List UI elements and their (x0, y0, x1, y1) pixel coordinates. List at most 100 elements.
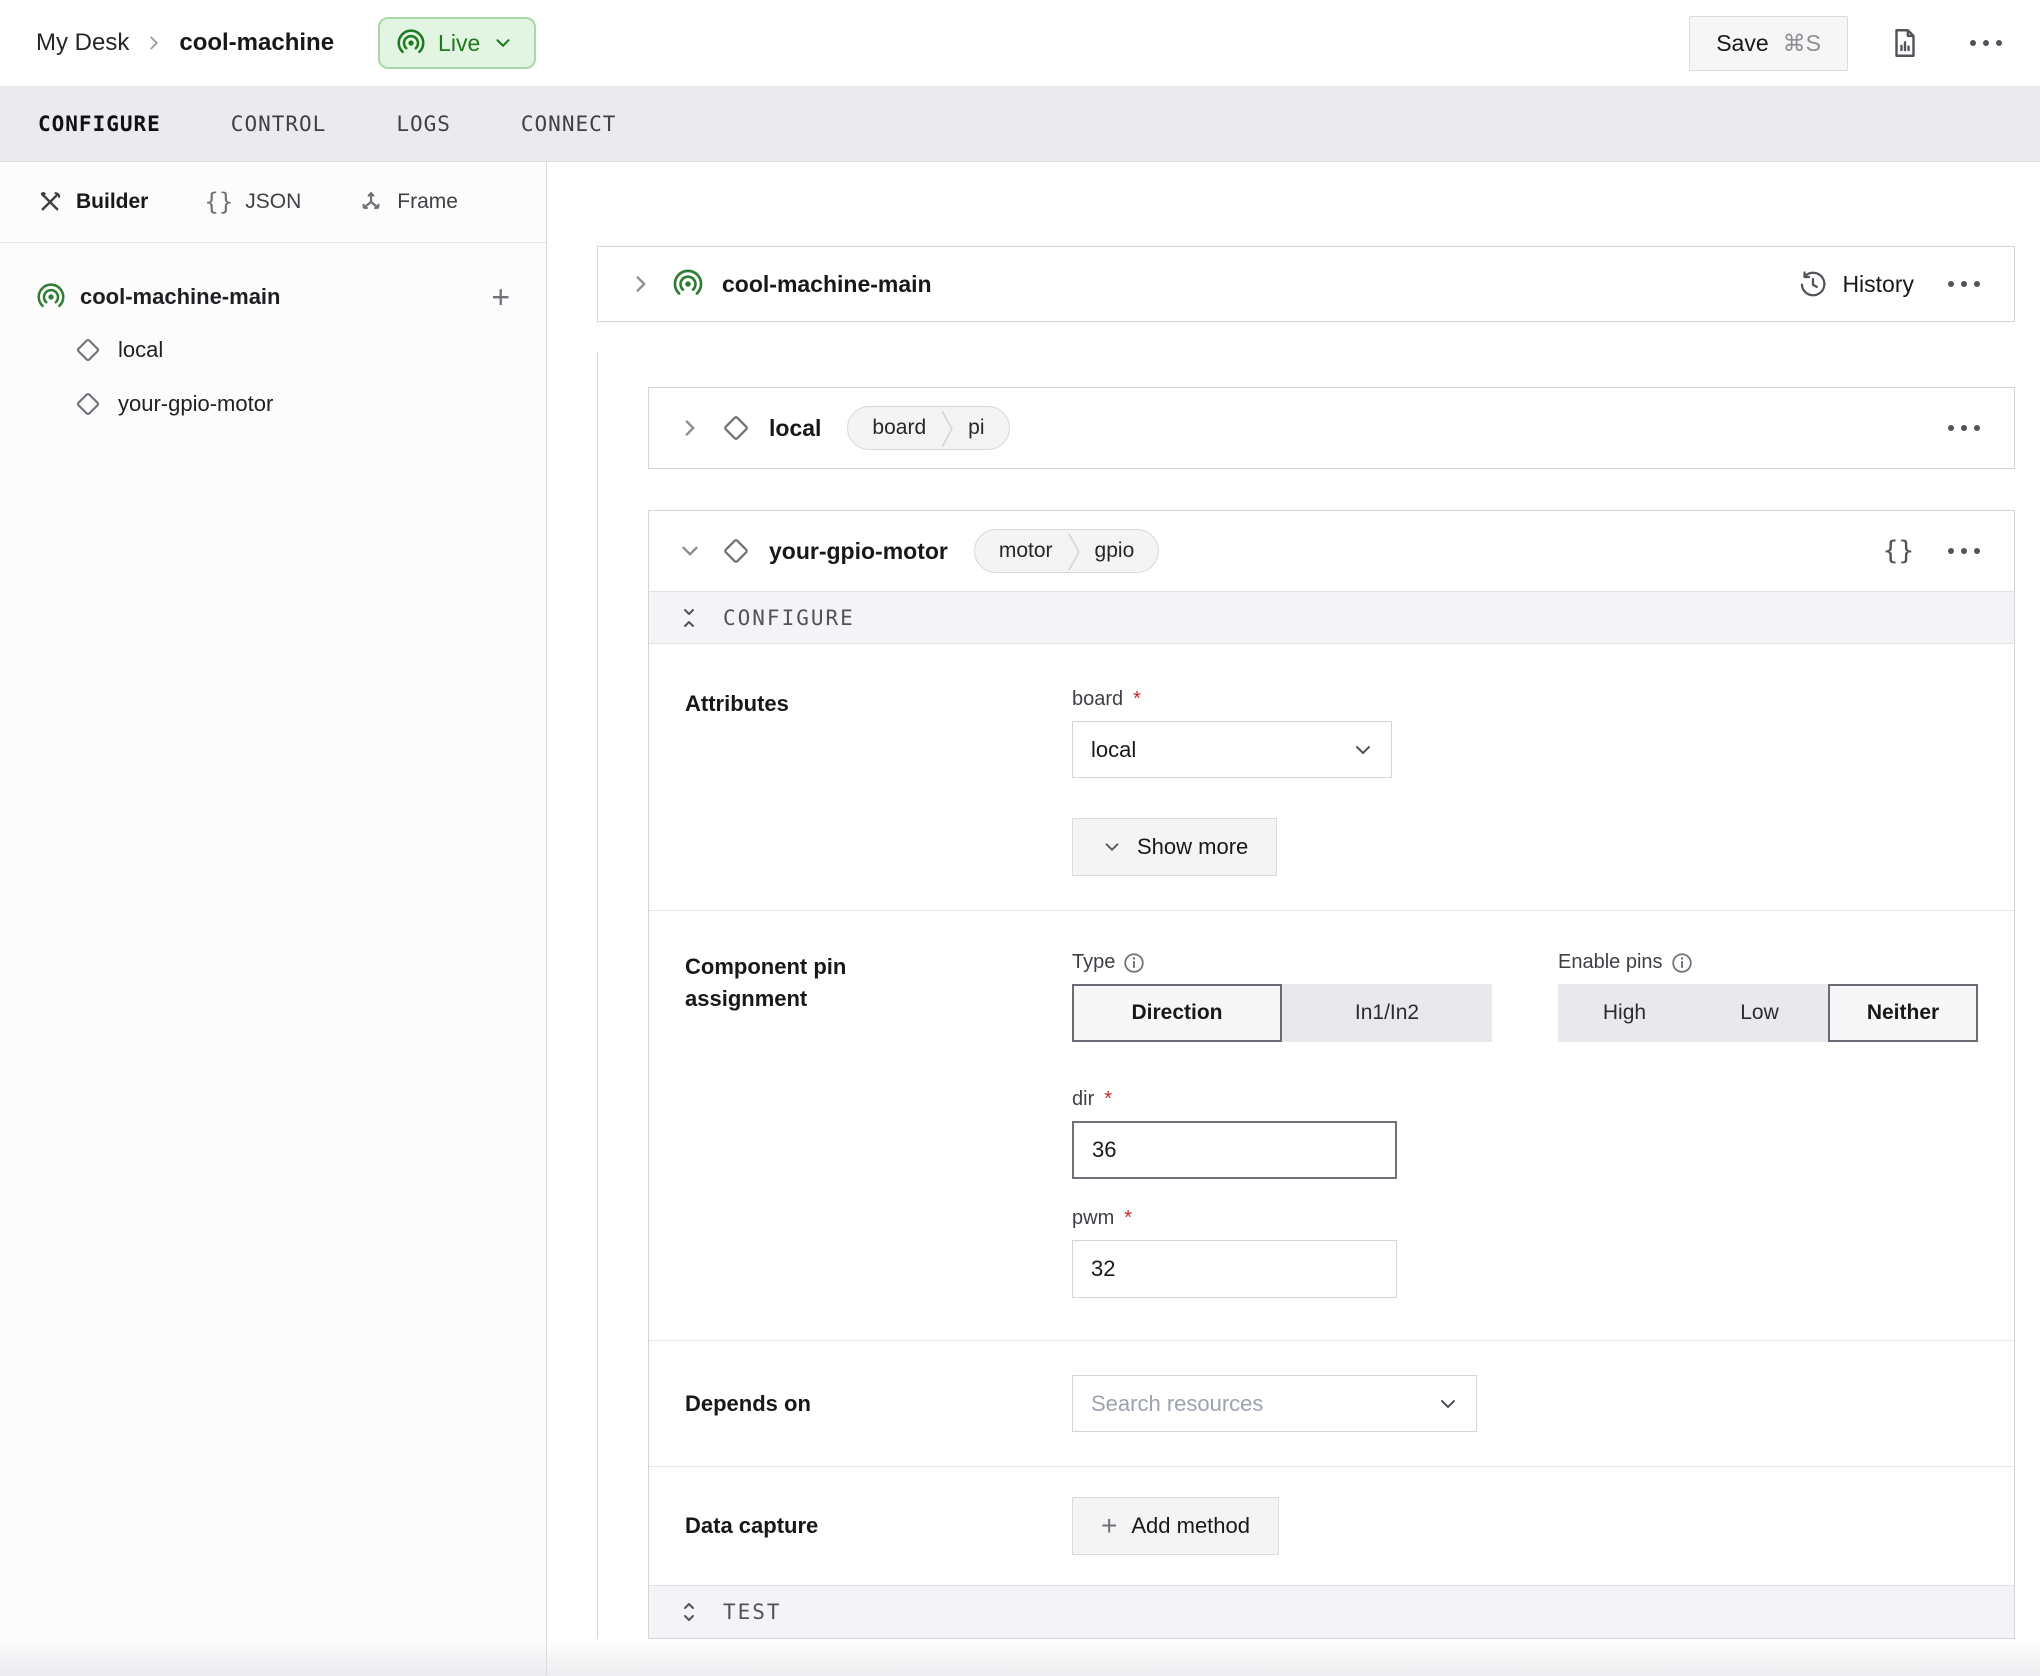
test-section-label: TEST (723, 1600, 782, 1624)
tab-frame[interactable]: Frame (357, 188, 458, 216)
tab-logs[interactable]: LOGS (394, 104, 453, 144)
tree-item-label: local (118, 337, 163, 363)
expand-chevron-right-icon[interactable] (677, 415, 703, 441)
tag-divider-chevron (940, 407, 956, 450)
builder-canvas: cool-machine-main History (547, 162, 2040, 1676)
broadcast-icon (396, 28, 426, 58)
tree-item-label: your-gpio-motor (118, 391, 273, 417)
enable-option-low[interactable]: Low (1691, 984, 1828, 1042)
required-marker: * (1133, 688, 1141, 711)
diamond-icon (721, 413, 751, 443)
edit-json-button[interactable]: {} (1883, 536, 1914, 566)
machine-metrics-button[interactable] (1882, 20, 1928, 66)
collapse-chevron-down-icon[interactable] (677, 538, 703, 564)
show-more-label: Show more (1137, 834, 1248, 860)
data-capture-heading: Data capture (685, 1510, 1072, 1542)
machine-status-label: Live (438, 30, 480, 57)
machine-name: cool-machine (179, 29, 334, 57)
type-option-direction[interactable]: Direction (1072, 984, 1282, 1042)
chevron-down-icon (1101, 836, 1123, 858)
chevron-down-icon (1436, 1392, 1460, 1416)
pwm-field-label: pwm * (1072, 1207, 1978, 1230)
required-marker: * (1124, 1207, 1132, 1230)
machine-nav-tabs: CONFIGURE CONTROL LOGS CONNECT (0, 86, 2040, 162)
depends-on-placeholder: Search resources (1091, 1391, 1436, 1417)
type-option-in1in2[interactable]: In1/In2 (1282, 984, 1492, 1042)
tab-connect[interactable]: CONNECT (519, 104, 619, 144)
tab-builder-label: Builder (76, 190, 148, 214)
resource-type-tag: board pi (847, 406, 1009, 450)
resource-card-your-gpio-motor: your-gpio-motor motor gpio {} (648, 510, 2015, 1639)
add-method-button[interactable]: + Add method (1072, 1497, 1279, 1555)
add-method-label: Add method (1131, 1513, 1250, 1539)
enable-option-high[interactable]: High (1558, 984, 1691, 1042)
machine-part-more-menu[interactable] (1940, 273, 1988, 295)
board-select-value: local (1091, 737, 1351, 763)
dir-pin-input[interactable] (1072, 1121, 1397, 1179)
tab-json[interactable]: {} JSON (204, 188, 301, 216)
file-chart-icon (1888, 26, 1922, 60)
add-component-button[interactable]: + (491, 281, 510, 313)
board-field-label: board * (1072, 688, 1978, 711)
tab-frame-label: Frame (397, 190, 458, 214)
test-section-bar[interactable]: TEST (649, 1585, 2014, 1638)
diamond-icon (74, 390, 102, 418)
depends-on-select[interactable]: Search resources (1072, 1375, 1477, 1432)
machine-status-badge[interactable]: Live (378, 17, 536, 69)
tab-json-label: JSON (245, 190, 301, 214)
show-more-button[interactable]: Show more (1072, 818, 1277, 876)
plus-icon: + (1101, 1512, 1117, 1540)
type-toggle-group: Type Direction In1/In2 (1072, 951, 1492, 1042)
nested-resources: local board pi (597, 352, 2015, 1639)
resource-more-menu[interactable] (1940, 417, 1988, 439)
chevron-down-icon (492, 32, 514, 54)
resource-card-local: local board pi (648, 387, 2015, 469)
enable-option-neither[interactable]: Neither (1828, 984, 1978, 1042)
tag-type: board (848, 407, 940, 449)
braces-icon: {} (204, 188, 233, 216)
topbar-more-menu[interactable] (1962, 32, 2010, 54)
breadcrumb-location[interactable]: My Desk (36, 29, 129, 57)
diamond-icon (74, 336, 102, 364)
resource-type-tag: motor gpio (974, 529, 1159, 573)
depends-on-section: Depends on Search resources (649, 1340, 2014, 1466)
breadcrumb: My Desk cool-machine (36, 29, 334, 57)
chevron-down-icon (1351, 738, 1375, 762)
tree-item-your-gpio-motor[interactable]: your-gpio-motor (36, 377, 510, 431)
tag-divider-chevron (1067, 530, 1083, 573)
pin-assignment-section: Component pin assignment Type (649, 910, 2014, 1340)
enable-pins-label: Enable pins (1558, 951, 1978, 974)
pin-assignment-heading: Component pin assignment (685, 951, 925, 1298)
tree-item-local[interactable]: local (36, 323, 510, 377)
collapse-section-icon (677, 606, 701, 630)
history-clock-icon (1798, 269, 1828, 299)
resource-more-menu[interactable] (1940, 540, 1988, 562)
machine-part-title: cool-machine-main (722, 271, 932, 298)
tools-icon (36, 188, 64, 216)
tab-builder[interactable]: Builder (36, 188, 148, 216)
save-shortcut: ⌘S (1783, 30, 1821, 57)
tag-model: gpio (1083, 530, 1159, 572)
info-icon[interactable] (1123, 952, 1145, 974)
broadcast-icon (672, 268, 704, 300)
breadcrumb-chevron-icon (143, 32, 165, 54)
board-select[interactable]: local (1072, 721, 1392, 778)
configure-section-bar[interactable]: CONFIGURE (649, 591, 2014, 644)
axes-icon (357, 188, 385, 216)
expand-chevron-right-icon[interactable] (628, 271, 654, 297)
resource-title: your-gpio-motor (769, 538, 948, 565)
tab-configure[interactable]: CONFIGURE (36, 104, 163, 144)
machine-part-card: cool-machine-main History (597, 246, 2015, 322)
tree-root-machine-part[interactable]: cool-machine-main + (36, 271, 510, 323)
pwm-pin-input[interactable] (1072, 1240, 1397, 1298)
resource-tree: cool-machine-main + local your-gpio-moto… (0, 243, 546, 431)
tab-control[interactable]: CONTROL (229, 104, 329, 144)
history-button[interactable]: History (1798, 269, 1914, 299)
info-icon[interactable] (1671, 952, 1693, 974)
save-button[interactable]: Save ⌘S (1689, 16, 1848, 71)
history-label: History (1842, 271, 1914, 298)
view-mode-tabs: Builder {} JSON Frame (0, 162, 546, 243)
data-capture-section: Data capture + Add method (649, 1466, 2014, 1585)
configure-sidebar: Builder {} JSON Frame (0, 162, 547, 1676)
depends-on-heading: Depends on (685, 1388, 1072, 1420)
